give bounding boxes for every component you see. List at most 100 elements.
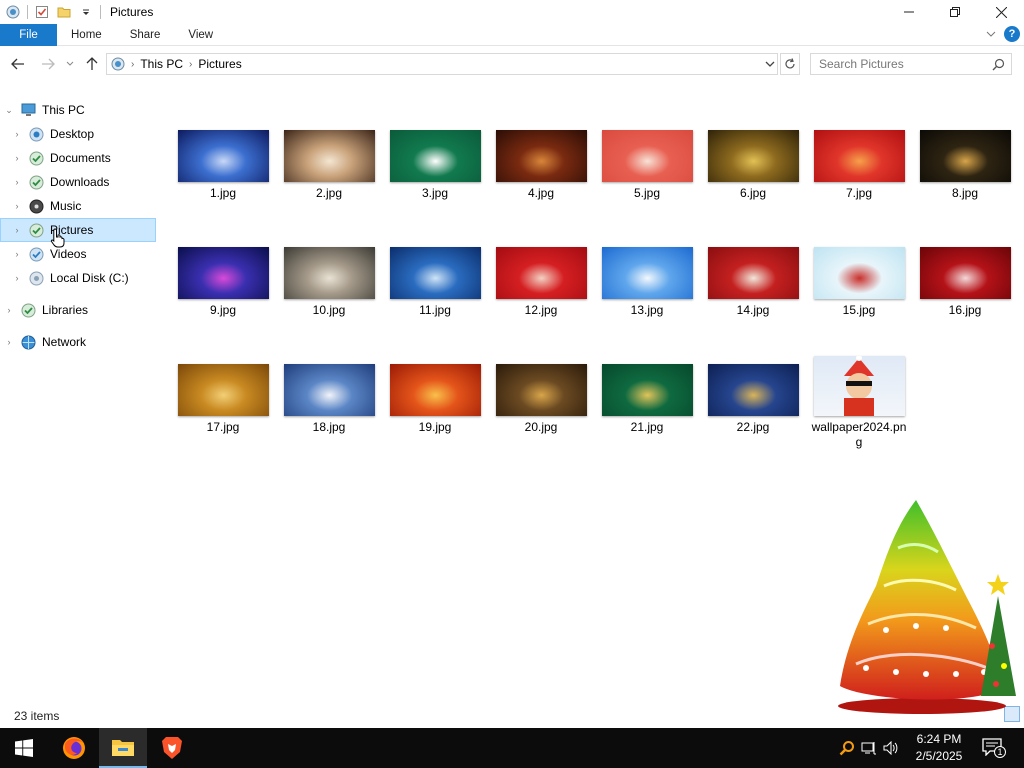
expanded-arrow-icon[interactable]: ⌄ [4,105,14,116]
file-item[interactable]: 19.jpg [382,354,488,435]
volume-icon[interactable] [880,741,902,755]
collapsed-arrow-icon[interactable]: › [12,153,22,163]
file-thumbnail [919,130,1011,182]
separator [100,5,101,19]
file-item[interactable]: wallpaper2024.png [806,354,912,450]
collapsed-arrow-icon[interactable]: › [12,249,22,259]
taskbar-file-explorer[interactable] [99,728,147,768]
file-item[interactable]: 8.jpg [912,120,1018,201]
minimize-button[interactable] [886,0,932,24]
file-item[interactable]: 4.jpg [488,120,594,201]
network-tray-icon[interactable] [858,741,880,755]
collapsed-arrow-icon[interactable]: › [12,225,22,235]
file-item[interactable]: 22.jpg [700,354,806,435]
file-item[interactable]: 15.jpg [806,237,912,318]
downloads-icon [28,174,44,190]
file-item[interactable]: 14.jpg [700,237,806,318]
nav-item-this-pc[interactable]: ⌄ This PC [4,98,84,122]
file-name: 4.jpg [527,186,555,200]
address-dropdown-icon[interactable] [765,56,775,75]
refresh-button[interactable] [780,53,800,75]
file-thumbnail [389,247,481,299]
breadcrumb-this-pc[interactable]: This PC [140,57,183,71]
file-item[interactable]: 2.jpg [276,120,382,201]
file-item[interactable]: 21.jpg [594,354,700,435]
action-center-button[interactable]: 1 [978,736,1008,760]
nav-item-libraries[interactable]: › Libraries [4,298,88,322]
separator [27,5,28,19]
tab-home[interactable]: Home [57,24,116,46]
close-button[interactable] [978,0,1024,24]
taskbar-firefox[interactable] [50,728,98,768]
recent-locations-button[interactable] [62,52,78,76]
file-item[interactable]: 5.jpg [594,120,700,201]
search-icon [992,58,1005,74]
nav-label: Music [50,199,82,213]
search-input[interactable] [819,57,989,71]
collapsed-arrow-icon[interactable]: › [4,305,14,315]
breadcrumb-pictures[interactable]: Pictures [198,57,241,71]
file-name: 13.jpg [630,303,664,317]
file-name: 3.jpg [421,186,449,200]
file-name: 14.jpg [736,303,770,317]
forward-button[interactable] [36,52,60,76]
clock[interactable]: 6:24 PM 2/5/2025 [910,731,968,765]
file-name: 6.jpg [739,186,767,200]
file-item[interactable]: 3.jpg [382,120,488,201]
customize-toolbar-icon[interactable] [78,4,94,20]
brave-icon [162,737,182,759]
nav-label: Documents [50,151,111,165]
search-box[interactable] [810,53,1012,75]
new-folder-icon[interactable] [56,4,72,20]
file-item[interactable]: 20.jpg [488,354,594,435]
collapsed-arrow-icon[interactable]: › [4,337,14,347]
this-pc-icon [111,57,125,71]
file-item[interactable]: 18.jpg [276,354,382,435]
file-item[interactable]: 16.jpg [912,237,1018,318]
file-item[interactable]: 17.jpg [170,354,276,435]
file-item[interactable]: 9.jpg [170,237,276,318]
nav-label: Network [42,335,87,349]
file-item[interactable]: 6.jpg [700,120,806,201]
file-thumbnail [601,247,693,299]
tab-share[interactable]: Share [116,24,175,46]
maximize-button[interactable] [932,0,978,24]
address-bar[interactable]: › This PC › Pictures [106,53,778,75]
notification-count-badge: 1 [994,746,1006,758]
file-item[interactable]: 7.jpg [806,120,912,201]
nav-item-pictures[interactable]: › Pictures [0,218,156,242]
taskbar-brave[interactable] [148,728,196,768]
nav-item-music[interactable]: › Music [12,194,81,218]
back-button[interactable] [6,52,30,76]
file-item[interactable]: 10.jpg [276,237,382,318]
help-button[interactable]: ? [1004,26,1020,42]
collapsed-arrow-icon[interactable]: › [12,129,22,139]
properties-icon[interactable] [34,4,50,20]
file-item[interactable]: 13.jpg [594,237,700,318]
collapsed-arrow-icon[interactable]: › [12,177,22,187]
tab-file[interactable]: File [0,23,57,46]
start-button[interactable] [0,728,48,768]
breadcrumb-separator-icon: › [131,58,135,70]
nav-item-downloads[interactable]: › Downloads [12,170,109,194]
collapsed-arrow-icon[interactable]: › [12,273,22,283]
file-item[interactable]: 12.jpg [488,237,594,318]
file-item[interactable]: 1.jpg [170,120,276,201]
window-title: Pictures [110,5,154,19]
nav-item-documents[interactable]: › Documents [12,146,111,170]
christmas-tree-overlay [838,500,1016,714]
file-thumbnail [283,247,375,299]
file-name: 18.jpg [312,420,346,434]
nav-item-network[interactable]: › Network [4,330,86,354]
tab-view[interactable]: View [174,24,227,46]
clock-time: 6:24 PM [916,732,962,746]
collapsed-arrow-icon[interactable]: › [12,201,22,211]
up-button[interactable] [80,52,104,76]
nav-item-desktop[interactable]: › Desktop [12,122,94,146]
search-tray-icon[interactable] [836,740,858,756]
nav-item-local-disk[interactable]: › Local Disk (C:) [12,266,129,290]
expand-ribbon-icon[interactable] [986,27,996,41]
libraries-icon [20,302,36,318]
file-item[interactable]: 11.jpg [382,237,488,318]
explorer-app-icon[interactable] [5,4,21,20]
